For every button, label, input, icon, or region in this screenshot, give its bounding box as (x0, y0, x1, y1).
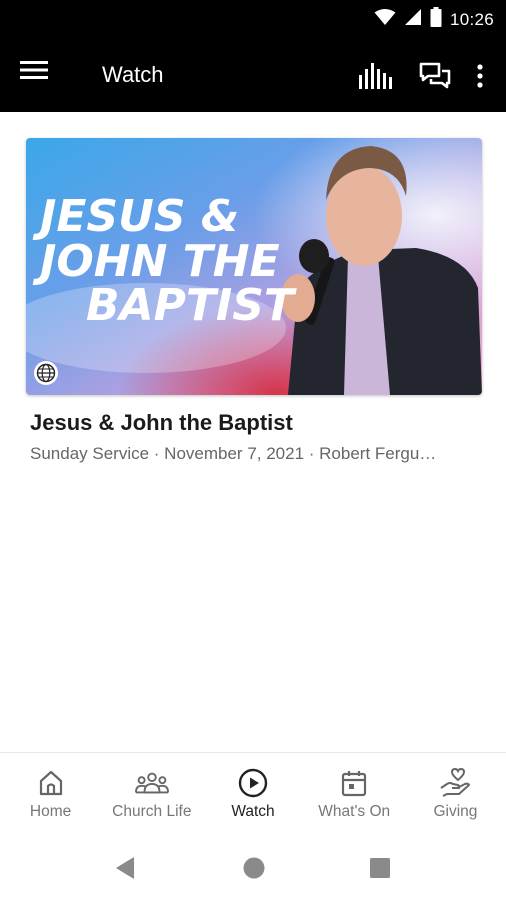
nav-label-church-life: Church Life (112, 803, 192, 820)
nav-label-home: Home (29, 803, 72, 820)
signal-icon (404, 8, 422, 31)
home-circle-icon[interactable] (240, 854, 268, 882)
recents-icon[interactable] (366, 854, 394, 882)
menu-button[interactable] (20, 60, 60, 92)
nav-label-watch: Watch (231, 803, 275, 820)
status-time: 10:26 (449, 9, 494, 29)
nav-item-giving[interactable]: Giving (405, 753, 506, 834)
home-icon (34, 767, 68, 799)
nav-item-home[interactable]: Home (0, 753, 101, 834)
page-title: Watch (102, 62, 164, 87)
wifi-icon (374, 8, 396, 31)
giving-hand-icon (438, 767, 472, 799)
equalizer-icon (359, 63, 392, 89)
nav-item-whats-on[interactable]: What's On (304, 753, 405, 834)
more-options-button[interactable] (470, 58, 490, 94)
chat-icon (419, 62, 451, 89)
status-bar: 10:26 (0, 0, 506, 38)
bottom-navigation: Home Church Life Watch What's On Giving (0, 752, 506, 834)
media-thumbnail[interactable]: JESUS & JOHN THE BAPTIST (26, 138, 482, 395)
play-circle-icon (236, 767, 270, 799)
equalizer-button[interactable] (356, 58, 394, 94)
app-bar-actions (356, 58, 490, 94)
battery-icon (430, 7, 442, 32)
back-icon[interactable] (112, 854, 140, 882)
system-navigation (0, 834, 506, 900)
status-icons: 10:26 (374, 7, 494, 32)
media-title[interactable]: Jesus & John the Baptist (30, 410, 293, 436)
app-bar: Watch (0, 38, 506, 112)
thumbnail-headline-line-1: JESUS & (32, 191, 239, 242)
calendar-icon (337, 767, 371, 799)
people-icon (134, 767, 169, 799)
nav-label-whats-on: What's On (318, 803, 391, 820)
thumbnail-headline-line-3: BAPTIST (86, 280, 297, 331)
more-vertical-icon (477, 64, 483, 88)
nav-item-watch[interactable]: Watch (202, 753, 303, 834)
globe-icon (34, 361, 58, 385)
media-meta: Sunday Service · November 7, 2021 · Robe… (30, 444, 437, 463)
hamburger-menu-icon (20, 61, 48, 79)
nav-label-giving: Giving (433, 803, 478, 820)
sermon-thumbnail-image: JESUS & JOHN THE BAPTIST (26, 138, 482, 395)
nav-item-church-life[interactable]: Church Life (101, 753, 202, 834)
chat-button[interactable] (416, 58, 454, 94)
